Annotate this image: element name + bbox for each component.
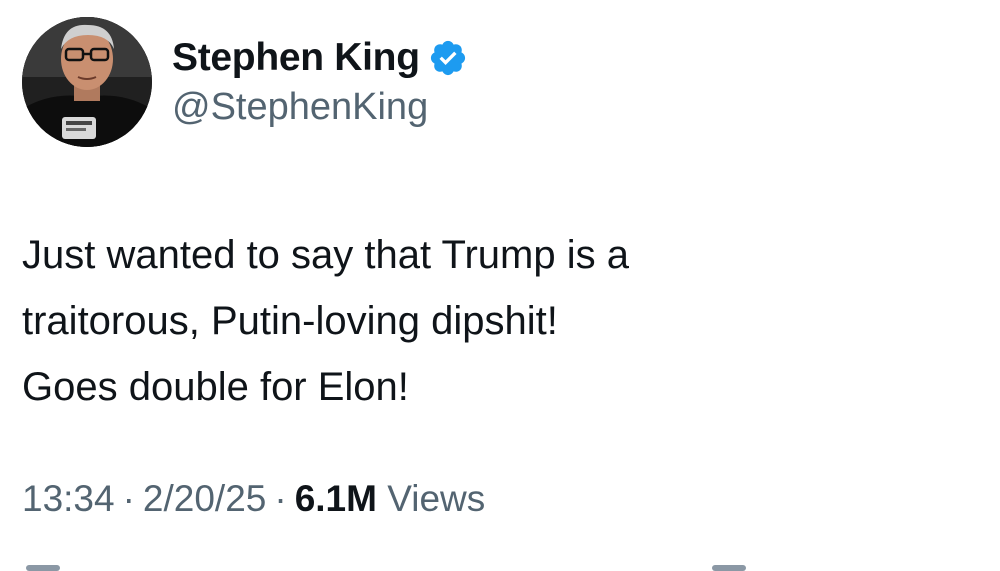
meta-separator: · (122, 478, 135, 519)
meta-separator: · (274, 478, 287, 519)
author-display-name[interactable]: Stephen King (172, 36, 420, 80)
author-handle[interactable]: @StephenKing (172, 86, 428, 129)
tweet-card: Stephen King @StephenKing Just wanted to… (0, 0, 1000, 571)
avatar-photo-icon (22, 17, 152, 147)
tweet-text-line: traitorous, Putin-loving dipshit! (22, 299, 558, 343)
bookmark-icon[interactable] (712, 565, 746, 571)
tweet-date[interactable]: 2/20/25 (143, 478, 266, 519)
tweet-text: Just wanted to say that Trump is a trait… (22, 222, 922, 420)
reply-icon[interactable] (26, 565, 60, 571)
tweet-time[interactable]: 13:34 (22, 478, 115, 519)
views-label: Views (387, 478, 486, 519)
verified-badge-icon[interactable] (428, 38, 468, 78)
tweet-text-line: Just wanted to say that Trump is a (22, 233, 629, 277)
author-avatar[interactable] (22, 17, 152, 147)
author-name-row: Stephen King (172, 28, 468, 88)
views-count[interactable]: 6.1M (295, 478, 377, 519)
tweet-text-line: Goes double for Elon! (22, 365, 409, 409)
tweet-meta: 13:34 · 2/20/25 · 6.1M Views (22, 478, 485, 520)
